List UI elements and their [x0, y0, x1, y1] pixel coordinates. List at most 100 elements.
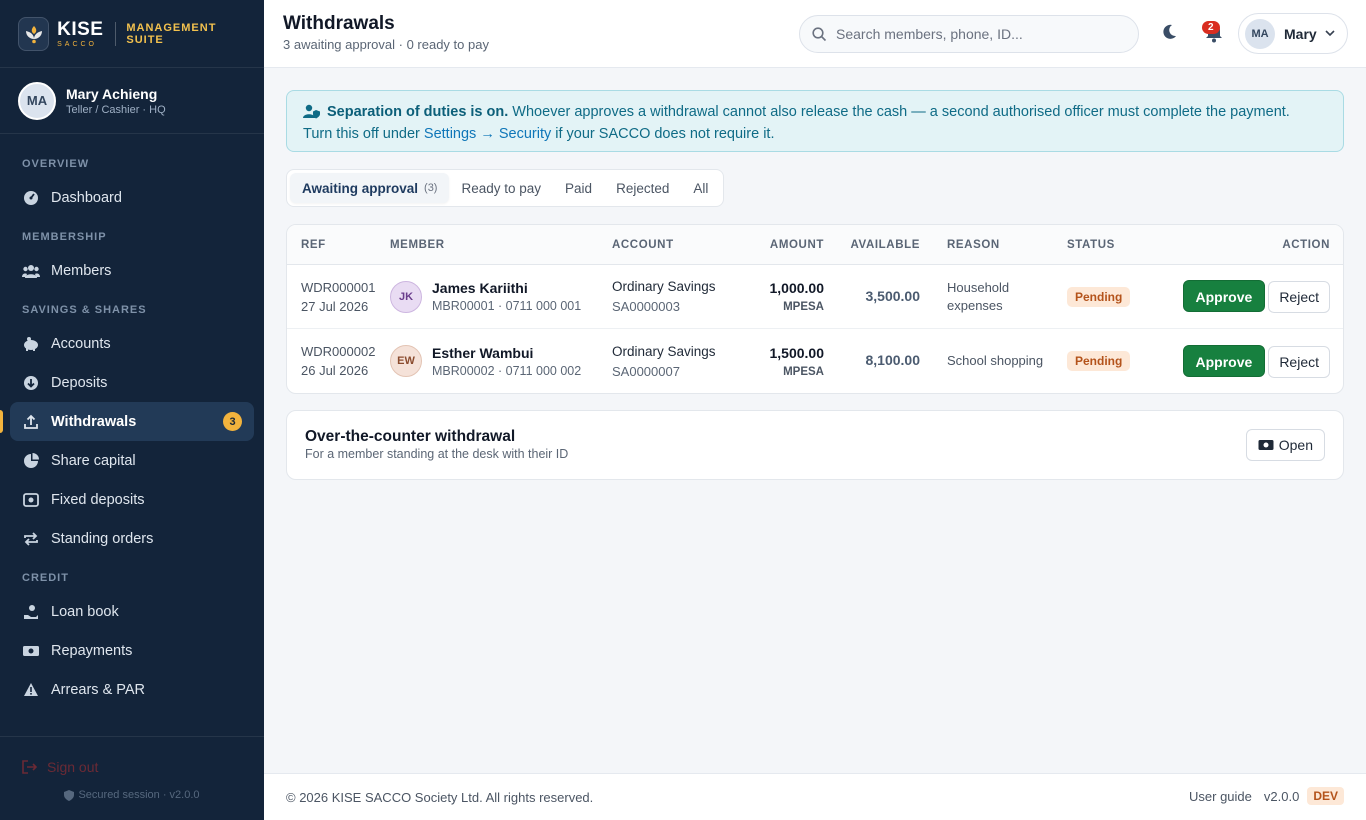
- main-content: Separation of duties is on. Whoever appr…: [264, 68, 1366, 773]
- piggy-bank-icon: [22, 335, 40, 353]
- tab-rejected[interactable]: Rejected: [604, 173, 681, 203]
- copyright: © 2026 KISE SACCO Society Ltd. All right…: [286, 790, 594, 805]
- app-version: v2.0.0: [1263, 788, 1300, 804]
- vault-icon: [22, 491, 40, 509]
- sidebar-item-label: Standing orders: [51, 530, 154, 547]
- withdrawals-table: REF MEMBER ACCOUNT AMOUNT AVAILABLE REAS…: [286, 224, 1344, 394]
- open-label: Open: [1278, 437, 1313, 453]
- sidebar-item-label: Deposits: [51, 374, 108, 391]
- brand-name: KISE: [57, 18, 104, 40]
- sidebar-item-standing-orders[interactable]: Standing orders: [10, 519, 254, 558]
- table-row: WDR000001 27 Jul 2026 JK James Kariithi …: [287, 265, 1343, 329]
- arrow-circle-down-icon: [22, 374, 40, 392]
- payment-channel: MPESA: [783, 365, 824, 378]
- sidebar-item-fixed-deposits[interactable]: Fixed deposits: [10, 480, 254, 519]
- separation-notice: Separation of duties is on. Whoever appr…: [286, 90, 1344, 152]
- member-id-phone: MBR00002 · 0711 000 002: [432, 363, 582, 378]
- search-input[interactable]: [836, 26, 1116, 42]
- sidebar-footer: Sign out Secured session · v2.0.0: [0, 736, 264, 820]
- col-member: MEMBER: [390, 238, 445, 251]
- signout-button[interactable]: Sign out: [0, 737, 264, 775]
- tab-awaiting-approval[interactable]: Awaiting approval (3): [290, 173, 450, 203]
- nav-section-savings: SAVINGS & SHARES: [22, 304, 147, 316]
- sidebar-item-label: Dashboard: [51, 189, 122, 206]
- search-icon: [812, 26, 827, 41]
- upload-icon: [22, 413, 40, 431]
- approve-button[interactable]: Approve: [1182, 344, 1266, 377]
- user-menu-button[interactable]: MA Mary: [1238, 13, 1348, 54]
- sidebar-item-label: Fixed deposits: [51, 491, 145, 508]
- settings-security-link[interactable]: Settings → Security: [424, 126, 551, 142]
- notice-title: Separation of duties is on.: [327, 104, 509, 120]
- reject-button[interactable]: Reject: [1268, 281, 1330, 313]
- notice-text-3: if your SACCO does not require it.: [551, 126, 775, 142]
- sidebar-item-withdrawals[interactable]: Withdrawals 3: [0, 402, 254, 441]
- user-role: Teller / Cashier · HQ: [66, 103, 166, 116]
- footer: © 2026 KISE SACCO Society Ltd. All right…: [264, 773, 1366, 820]
- nav-section-overview: OVERVIEW: [22, 158, 90, 170]
- col-action: ACTION: [1282, 238, 1330, 251]
- account-type: Ordinary Savings: [612, 343, 716, 359]
- col-amount: AMOUNT: [769, 238, 824, 251]
- open-otc-button[interactable]: Open: [1245, 429, 1325, 461]
- kise-logo-icon: [18, 16, 50, 51]
- withdrawal-date: 27 Jul 2026: [301, 298, 369, 314]
- page-subtitle: 3 awaiting approval · 0 ready to pay: [283, 37, 489, 52]
- brand-tag: MANAGEMENT SUITE: [126, 21, 217, 46]
- amount: 1,000.00: [769, 280, 825, 296]
- sidebar-item-dashboard[interactable]: Dashboard: [10, 178, 254, 217]
- page-title: Withdrawals: [283, 13, 395, 34]
- payment-channel: MPESA: [783, 301, 824, 313]
- member-name[interactable]: James Kariithi: [432, 280, 581, 296]
- warning-triangle-icon: [22, 681, 40, 699]
- otc-withdrawal-card: Over-the-counter withdrawal For a member…: [286, 410, 1344, 480]
- account-number: SA0000007: [612, 363, 680, 379]
- shield-icon: [64, 789, 75, 801]
- nav-section-credit: CREDIT: [22, 572, 69, 584]
- sidebar-item-members[interactable]: Members: [10, 251, 254, 290]
- theme-toggle[interactable]: [1161, 24, 1177, 45]
- moon-icon: [1163, 24, 1176, 39]
- sidebar-item-loan-book[interactable]: Loan book: [10, 592, 254, 631]
- tab-all[interactable]: All: [681, 173, 720, 203]
- withdrawal-date: 26 Jul 2026: [301, 363, 369, 378]
- pie-chart-icon: [22, 452, 40, 470]
- available-balance: 8,100.00: [865, 352, 921, 368]
- reject-button[interactable]: Reject: [1268, 345, 1330, 378]
- user-name: Mary Achieng: [66, 85, 158, 102]
- col-reason: REASON: [947, 238, 1000, 251]
- repeat-icon: [22, 530, 40, 548]
- notice-text: Whoever approves a withdrawal cannot als…: [508, 104, 1290, 120]
- sidebar-item-repayments[interactable]: Repayments: [10, 631, 254, 670]
- sidebar-item-label: Repayments: [51, 642, 133, 659]
- withdrawal-ref[interactable]: WDR000002: [301, 344, 390, 359]
- tab-ready-to-pay[interactable]: Ready to pay: [449, 173, 553, 203]
- col-ref: REF: [301, 238, 326, 251]
- chevron-down-icon: [1325, 30, 1335, 37]
- account-type: Ordinary Savings: [612, 279, 716, 294]
- user-guide-link[interactable]: User guide: [1189, 789, 1252, 804]
- approve-button[interactable]: Approve: [1182, 280, 1266, 312]
- withdrawal-ref[interactable]: WDR000001: [301, 280, 390, 295]
- notifications-badge: 2: [1202, 21, 1220, 34]
- money-bill-icon: [1258, 440, 1274, 450]
- sidebar-item-arrears[interactable]: Arrears & PAR: [10, 670, 254, 709]
- hand-holding-dollar-icon: [22, 603, 40, 621]
- member-avatar: JK: [390, 280, 422, 313]
- sidebar-item-accounts[interactable]: Accounts: [10, 324, 254, 363]
- user-shield-icon: [303, 104, 320, 119]
- reason: Household expenses: [947, 279, 1010, 313]
- notice-text-2: Turn this off under: [303, 126, 424, 142]
- signout-label: Sign out: [47, 759, 99, 775]
- available-balance: 3,500.00: [865, 287, 921, 304]
- otc-subtitle: For a member standing at the desk with t…: [305, 447, 569, 461]
- tab-paid[interactable]: Paid: [553, 173, 604, 203]
- account-number: SA0000003: [612, 299, 680, 314]
- sidebar-item-deposits[interactable]: Deposits: [10, 363, 254, 402]
- member-name[interactable]: Esther Wambui: [432, 345, 581, 361]
- table-header: REF MEMBER ACCOUNT AMOUNT AVAILABLE REAS…: [287, 225, 1343, 265]
- sidebar-item-share-capital[interactable]: Share capital: [10, 441, 254, 480]
- users-icon: [22, 262, 40, 280]
- search-box[interactable]: [799, 15, 1139, 53]
- brand-divider: [115, 21, 117, 46]
